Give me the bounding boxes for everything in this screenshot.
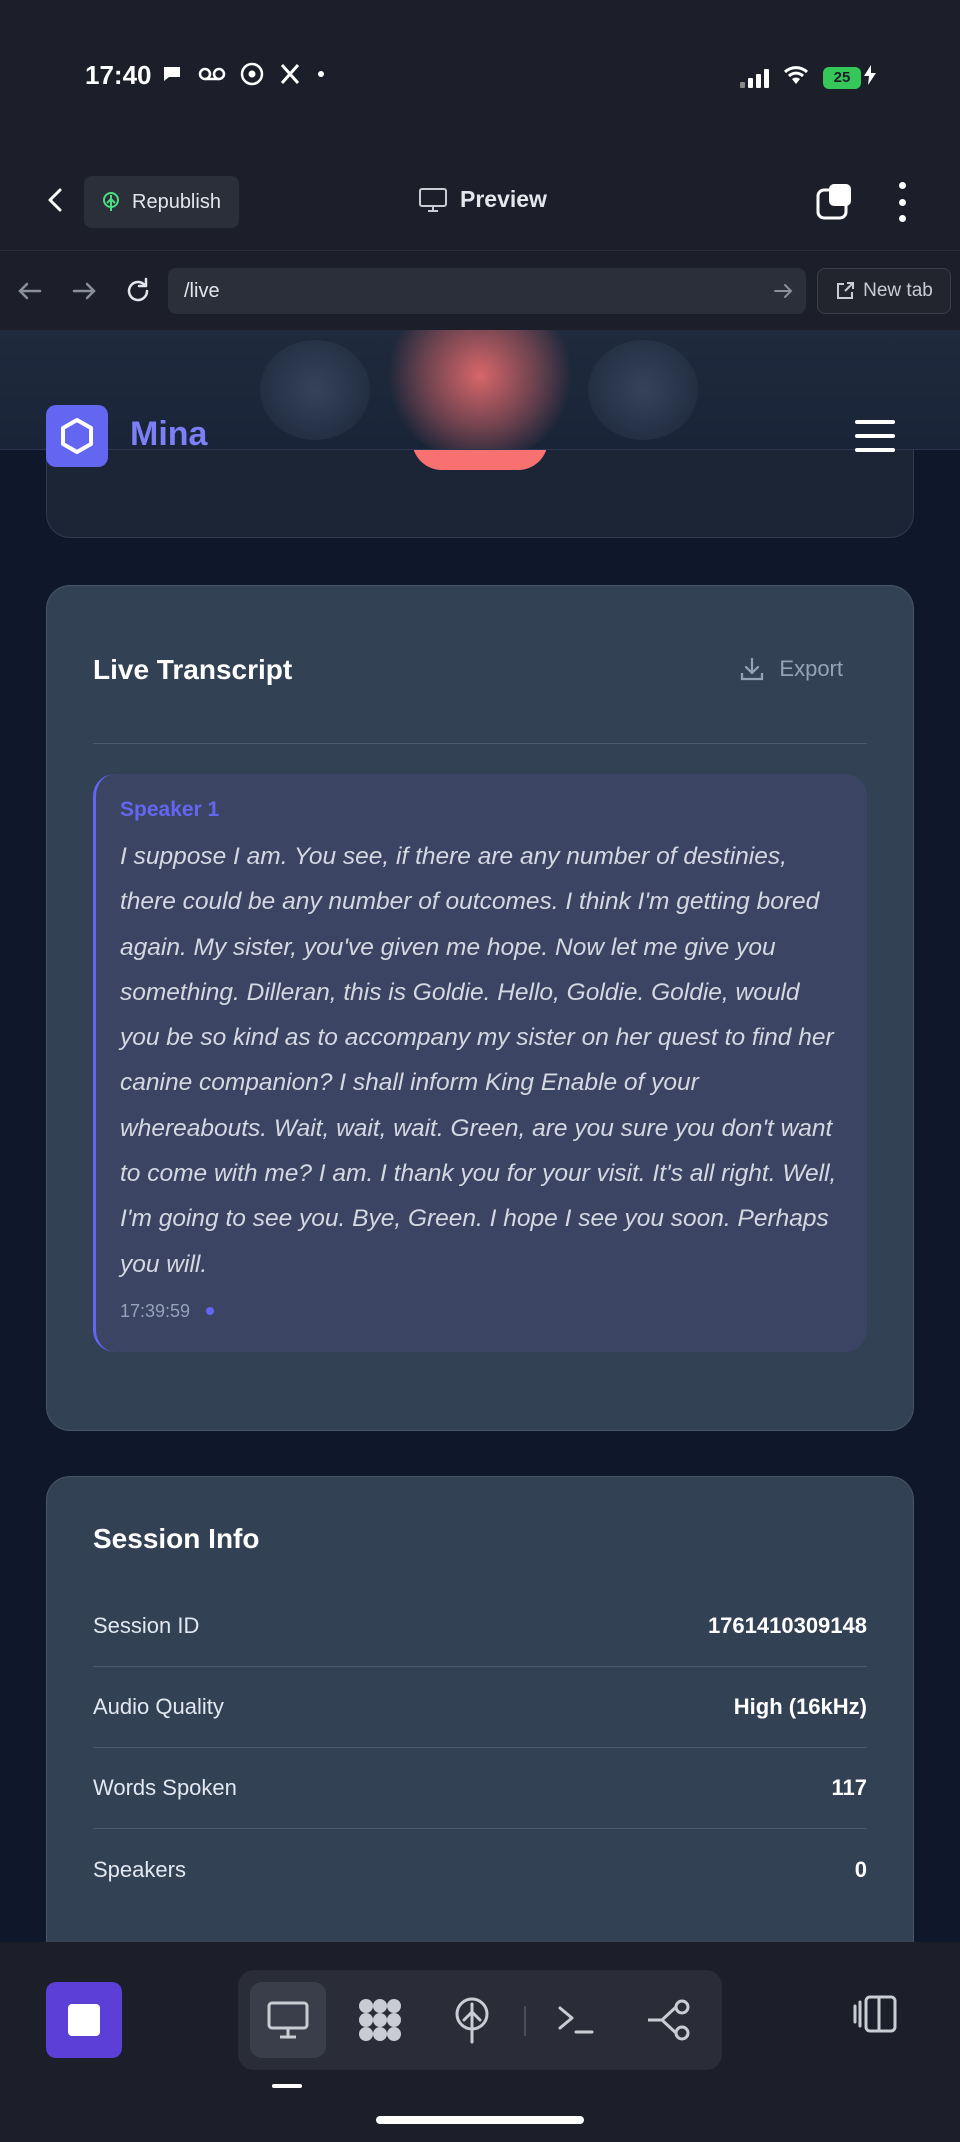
app-toolbar: Republish Preview — [0, 150, 960, 250]
signal-icon — [740, 68, 769, 88]
chat-bubble-icon — [160, 62, 184, 93]
tool-assets[interactable] — [342, 1982, 418, 2058]
terminal-icon — [558, 2006, 594, 2034]
status-time: 17:40 — [85, 60, 152, 90]
go-arrow-icon[interactable] — [772, 280, 794, 302]
web-content: Mina Live Transcript Export Speaker 1 I … — [0, 330, 960, 1942]
logo[interactable] — [46, 405, 108, 467]
live-dot-icon — [206, 1307, 215, 1316]
info-label: Session ID — [93, 1613, 200, 1638]
back-button[interactable] — [36, 180, 76, 220]
deploy-icon — [455, 1997, 489, 2044]
info-label: Words Spoken — [93, 1775, 237, 1800]
tool-console[interactable] — [538, 1982, 614, 2058]
more-options-button[interactable] — [890, 182, 914, 222]
bottom-toolbar — [0, 1942, 960, 2142]
url-input[interactable]: /live — [168, 268, 806, 314]
kebab-dot-icon — [898, 182, 906, 189]
monitor-icon — [419, 187, 447, 212]
hexagon-logo-icon — [61, 418, 93, 454]
republish-button[interactable]: Republish — [84, 176, 239, 228]
share-nodes-icon — [648, 1999, 690, 2041]
tabs-icon — [816, 184, 851, 220]
external-link-icon — [837, 282, 855, 299]
reload-button[interactable] — [122, 275, 154, 307]
system-icons: 25 — [740, 64, 876, 91]
info-row-audio-quality: Audio Quality High (16kHz) — [93, 1667, 867, 1748]
notification-icons — [160, 62, 326, 93]
sidebar-toggle-icon — [853, 1995, 897, 2033]
info-label: Audio Quality — [93, 1694, 224, 1719]
tool-separator — [524, 2006, 526, 2036]
new-tab-button[interactable]: New tab — [817, 268, 951, 314]
speaker-label: Speaker 1 — [120, 798, 220, 821]
tool-group — [238, 1970, 722, 2070]
wifi-icon — [783, 64, 809, 91]
preview-label: Preview — [460, 186, 547, 212]
transcript-entry: Speaker 1 I suppose I am. You see, if th… — [93, 774, 867, 1352]
grid-blobs-icon — [359, 1999, 401, 2041]
republish-label: Republish — [132, 190, 221, 213]
deploy-icon — [103, 192, 119, 211]
info-row-session-id: Session ID 1761410309148 — [93, 1586, 867, 1667]
home-indicator[interactable] — [376, 2116, 584, 2124]
brand-name[interactable]: Mina — [130, 415, 207, 454]
session-info-title: Session Info — [93, 1523, 260, 1554]
url-text: /live — [184, 279, 220, 302]
tool-workflow[interactable] — [630, 1982, 706, 2058]
blurred-record-glow — [385, 330, 575, 449]
export-label: Export — [779, 656, 843, 681]
dot-icon — [316, 62, 326, 93]
export-button[interactable]: Export — [739, 656, 843, 682]
tabs-button[interactable] — [815, 182, 855, 222]
info-row-speakers: Speakers 0 — [93, 1829, 867, 1910]
reload-icon — [127, 277, 149, 302]
info-row-words-spoken: Words Spoken 117 — [93, 1748, 867, 1829]
stop-button[interactable] — [46, 1982, 122, 2058]
menu-button[interactable] — [855, 420, 895, 452]
preview-title[interactable]: Preview — [418, 186, 547, 213]
monitor-icon — [267, 2001, 309, 2039]
status-bar: 17:40 25 — [0, 0, 960, 150]
voicemail-icon — [198, 62, 226, 93]
tool-preview[interactable] — [250, 1982, 326, 2058]
transcript-card: Live Transcript Export Speaker 1 I suppo… — [46, 585, 914, 1431]
battery-indicator: 25 — [823, 66, 861, 89]
tool-deploy[interactable] — [434, 1982, 510, 2058]
hamburger-line-icon — [855, 420, 895, 424]
browser-url-bar: /live New tab — [0, 250, 960, 330]
info-value: High (16kHz) — [733, 1694, 867, 1719]
session-info-card: Session Info Session ID 1761410309148 Au… — [46, 1476, 914, 1942]
side-panel-button[interactable] — [852, 1994, 898, 2034]
soccer-ball-icon — [240, 62, 264, 93]
divider — [93, 743, 867, 744]
nav-back-button[interactable] — [14, 275, 46, 307]
x-logo-icon — [278, 62, 302, 93]
download-icon — [741, 657, 764, 681]
active-tool-indicator — [272, 2084, 302, 2088]
new-tab-label: New tab — [863, 280, 933, 301]
charging-bolt-icon — [864, 65, 876, 90]
stop-square-icon — [68, 2004, 100, 2036]
arrow-left-icon — [18, 282, 42, 300]
info-label: Speakers — [93, 1856, 186, 1882]
transcript-title: Live Transcript — [93, 654, 293, 685]
info-value: 1761410309148 — [707, 1613, 867, 1638]
chevron-left-icon — [48, 188, 62, 212]
blurred-control — [588, 340, 698, 440]
transcript-text: I suppose I am. You see, if there are an… — [120, 843, 837, 1278]
entry-meta: 17:39:59 — [120, 1301, 845, 1322]
nav-forward-button[interactable] — [68, 275, 100, 307]
info-value: 117 — [831, 1775, 868, 1800]
arrow-right-icon — [72, 282, 96, 300]
info-value: 0 — [854, 1856, 867, 1882]
blurred-control — [260, 340, 370, 440]
entry-timestamp: 17:39:59 — [120, 1300, 191, 1321]
